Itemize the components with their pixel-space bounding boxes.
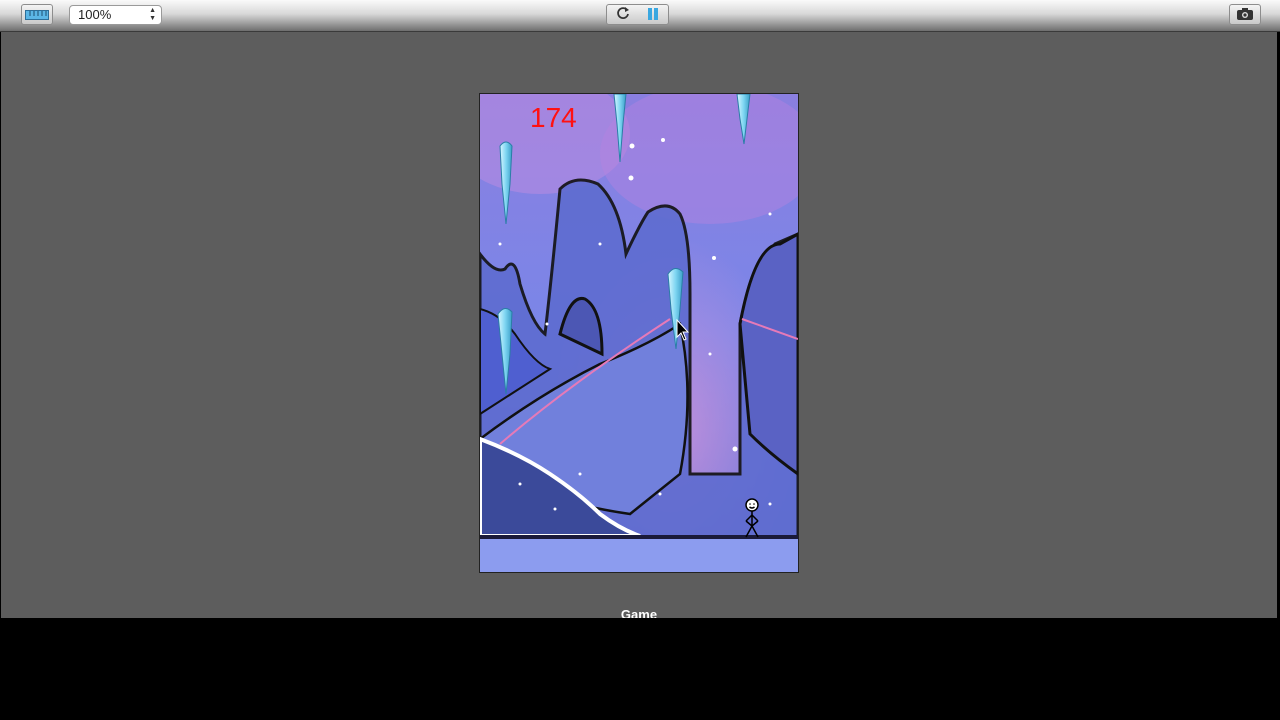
screenshot-button[interactable]: [1229, 4, 1261, 25]
playback-controls: [606, 4, 669, 25]
game-canvas[interactable]: 174: [479, 93, 799, 573]
zoom-select[interactable]: 100% ▲ ▼: [69, 5, 162, 25]
ruler-button[interactable]: [21, 4, 53, 25]
pause-icon[interactable]: [647, 5, 659, 24]
toolbar: 100% ▲ ▼: [0, 0, 1280, 32]
stage-area: 174 Game: [1, 32, 1277, 618]
camera-icon: [1237, 5, 1253, 24]
score-counter: 174: [530, 102, 577, 133]
stepper-arrows-icon: ▲ ▼: [149, 7, 156, 22]
game-caption: Game: [620, 607, 658, 618]
zoom-value: 100%: [78, 7, 112, 22]
refresh-icon[interactable]: [616, 5, 630, 24]
ruler-icon: [25, 5, 49, 24]
ground: [480, 536, 798, 572]
